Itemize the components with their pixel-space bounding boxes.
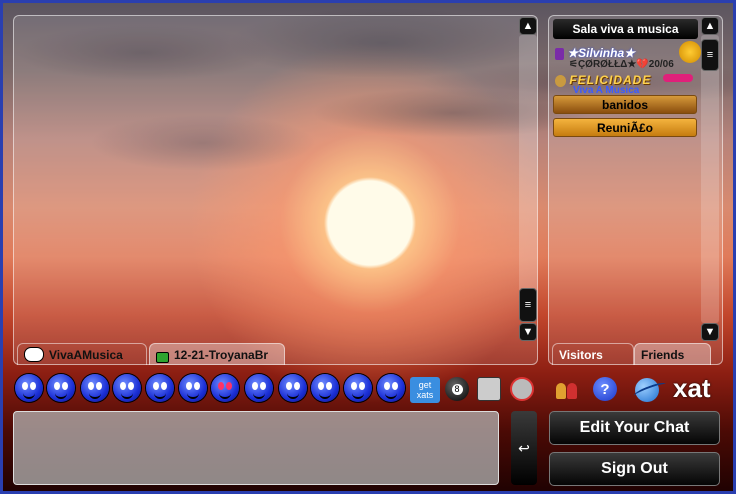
tab-private-chat-label: 12-21-TroyanaBr — [174, 347, 269, 362]
smiley-icon[interactable] — [81, 374, 109, 402]
chat-scroll-thumb[interactable]: ≡ — [519, 288, 537, 322]
users-scroll-down-button[interactable]: ▼ — [701, 323, 719, 341]
8-ball-icon[interactable]: 8 — [445, 377, 469, 401]
speech-bubble-icon — [24, 347, 44, 362]
chat-message-area[interactable] — [13, 15, 538, 365]
chat-scroll-track[interactable] — [519, 35, 537, 293]
tab-visitors[interactable]: Visitors — [552, 343, 634, 365]
xat-logo-icon: xat — [632, 373, 723, 404]
sign-out-button[interactable]: Sign Out — [549, 452, 720, 486]
chat-scroll-up-button[interactable]: ▲ — [519, 17, 537, 35]
crown-icon — [555, 47, 564, 60]
smiley-icon[interactable] — [15, 374, 43, 402]
tab-main-chat-label: VivaAMusica — [49, 347, 123, 362]
no-sound-icon[interactable] — [510, 377, 534, 401]
send-button[interactable]: ↩ — [511, 411, 537, 485]
smiley-icon[interactable] — [179, 374, 207, 402]
user-list-title: Sala viva a musica — [553, 19, 698, 39]
smiley-icon[interactable] — [311, 374, 339, 402]
lips-icon — [663, 74, 693, 82]
smiley-icon[interactable] — [47, 374, 75, 402]
smiley-icon[interactable] — [377, 374, 405, 402]
group-reuniao-button[interactable]: ReuniÃ£o — [553, 118, 697, 137]
help-icon[interactable]: ? — [593, 377, 617, 401]
padlock-icon — [156, 351, 169, 363]
user-list-item[interactable]: ⚟ÇØRØŁŁΔ★💔20/06 — [569, 59, 674, 70]
smiley-icon[interactable] — [113, 374, 141, 402]
chat-scroll-down-button[interactable]: ▼ — [519, 323, 537, 341]
user-avatar-icon — [555, 74, 566, 87]
message-input[interactable] — [13, 411, 499, 485]
user-list-item[interactable]: ★Silvinha★ — [555, 46, 635, 60]
tab-friends[interactable]: Friends — [634, 343, 711, 365]
tab-private-chat[interactable]: 12-21-TroyanaBr — [149, 343, 285, 365]
tab-main-chat[interactable]: VivaAMusica — [17, 343, 147, 365]
group-banidos-button[interactable]: banidos — [553, 95, 697, 114]
smiley-icon[interactable] — [279, 374, 307, 402]
smiley-icon[interactable] — [146, 374, 174, 402]
edit-chat-button[interactable]: Edit Your Chat — [549, 411, 720, 445]
emoji-badge-icon — [679, 41, 701, 63]
users-scroll-up-button[interactable]: ▲ — [701, 17, 719, 35]
users-icon[interactable] — [554, 377, 580, 401]
get-xats-button[interactable]: get xats — [410, 377, 440, 403]
smiley-icon[interactable] — [245, 374, 273, 402]
smiley-icon[interactable] — [211, 374, 239, 402]
chat-window: ▲ ≡ ▼ VivaAMusica 12-21-TroyanaBr Sala v… — [0, 0, 736, 494]
users-scroll-track[interactable] — [701, 35, 719, 323]
cash-register-icon[interactable] — [477, 377, 501, 401]
smiley-icon[interactable] — [344, 374, 372, 402]
users-scroll-thumb[interactable]: ≡ — [701, 39, 719, 71]
